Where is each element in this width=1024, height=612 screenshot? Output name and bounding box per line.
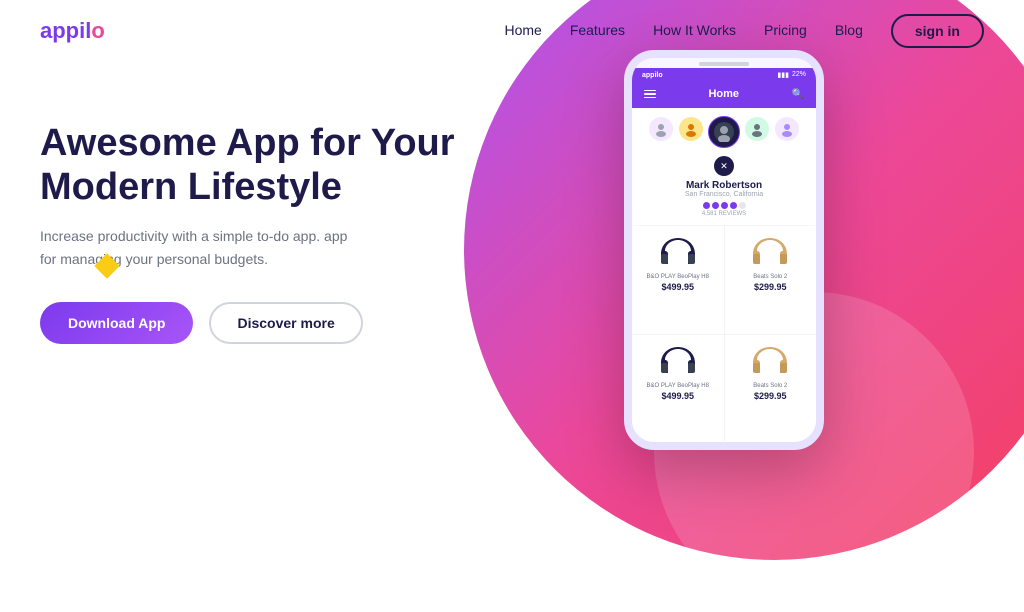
hero-section: Awesome App for Your Modern Lifestyle In… — [0, 62, 1024, 512]
avatar[interactable] — [678, 116, 704, 142]
profile-location: San Francisco, California — [685, 191, 763, 198]
phone-frame: appilo ▮▮▮ 22% Home 🔍 — [624, 50, 824, 450]
product-name: B&O PLAY BeoPlay H8 — [647, 383, 709, 389]
profile-card: ✕ Mark Robertson San Francisco, Californ… — [632, 152, 816, 225]
phone-status-bar: appilo ▮▮▮ 22% — [632, 68, 816, 82]
avatar-active[interactable] — [708, 116, 740, 148]
app-header: Home 🔍 — [632, 82, 816, 108]
products-grid: B&O PLAY BeoPlay H8 $499.95 Beats Solo 2… — [632, 226, 816, 442]
app-header-title: Home — [708, 88, 739, 100]
profile-stars — [703, 202, 746, 209]
headphone-dark-icon — [656, 343, 700, 379]
status-app-name: appilo — [642, 72, 663, 79]
search-icon[interactable]: 🔍 — [792, 89, 804, 100]
notch-bar — [699, 62, 749, 66]
nav-links: Home Features How It Works Pricing Blog … — [504, 14, 984, 48]
hero-buttons: Download App Discover more — [40, 302, 460, 344]
star-4 — [730, 202, 737, 209]
product-price: $299.95 — [754, 282, 787, 292]
nav-item-home[interactable]: Home — [504, 22, 541, 40]
nav-item-pricing[interactable]: Pricing — [764, 22, 807, 40]
status-icons: ▮▮▮ 22% — [777, 71, 806, 79]
product-name: Beats Solo 2 — [753, 274, 787, 280]
logo-o: o — [91, 18, 104, 43]
review-count: 4,581 REVIEWS — [702, 211, 746, 217]
nav-item-signin[interactable]: sign in — [891, 14, 984, 48]
phone-notch — [632, 58, 816, 68]
discover-button[interactable]: Discover more — [209, 302, 362, 344]
profile-name: Mark Robertson — [686, 180, 762, 191]
star-5 — [739, 202, 746, 209]
phone-mockup: appilo ▮▮▮ 22% Home 🔍 — [624, 50, 824, 450]
headphone-gold-icon — [748, 234, 792, 270]
hamburger-line — [644, 97, 656, 99]
product-price: $299.95 — [754, 391, 787, 401]
product-name: Beats Solo 2 — [753, 383, 787, 389]
hamburger-icon[interactable] — [644, 90, 656, 99]
download-button[interactable]: Download App — [40, 302, 193, 344]
product-price: $499.95 — [661, 282, 694, 292]
product-name: B&O PLAY BeoPlay H8 — [647, 274, 709, 280]
signin-button[interactable]: sign in — [891, 14, 984, 48]
avatar-row — [632, 108, 816, 152]
hero-content: Awesome App for Your Modern Lifestyle In… — [40, 92, 460, 344]
nav-item-features[interactable]: Features — [570, 22, 625, 40]
logo-text: appilo — [40, 18, 105, 43]
star-1 — [703, 202, 710, 209]
product-price: $499.95 — [661, 391, 694, 401]
star-3 — [721, 202, 728, 209]
headphone-dark-icon — [656, 234, 700, 270]
hamburger-line — [644, 93, 656, 95]
avatar[interactable] — [774, 116, 800, 142]
nav-item-blog[interactable]: Blog — [835, 22, 863, 40]
star-2 — [712, 202, 719, 209]
nav-item-how-it-works[interactable]: How It Works — [653, 22, 736, 40]
logo[interactable]: appilo — [40, 18, 105, 44]
battery-icon: ▮▮▮ — [777, 71, 789, 79]
product-item[interactable]: B&O PLAY BeoPlay H8 $499.95 — [632, 226, 724, 334]
close-button[interactable]: ✕ — [714, 156, 734, 176]
hero-description: Increase productivity with a simple to-d… — [40, 225, 360, 270]
avatar[interactable] — [744, 116, 770, 142]
hamburger-line — [644, 90, 656, 92]
avatar[interactable] — [648, 116, 674, 142]
product-item[interactable]: Beats Solo 2 $299.95 — [725, 226, 817, 334]
navbar: appilo Home Features How It Works Pricin… — [0, 0, 1024, 62]
battery-percent: 22% — [792, 71, 806, 79]
headphone-gold-icon — [748, 343, 792, 379]
product-item[interactable]: Beats Solo 2 $299.95 — [725, 335, 817, 443]
product-item[interactable]: B&O PLAY BeoPlay H8 $499.95 — [632, 335, 724, 443]
hero-title: Awesome App for Your Modern Lifestyle — [40, 122, 460, 209]
